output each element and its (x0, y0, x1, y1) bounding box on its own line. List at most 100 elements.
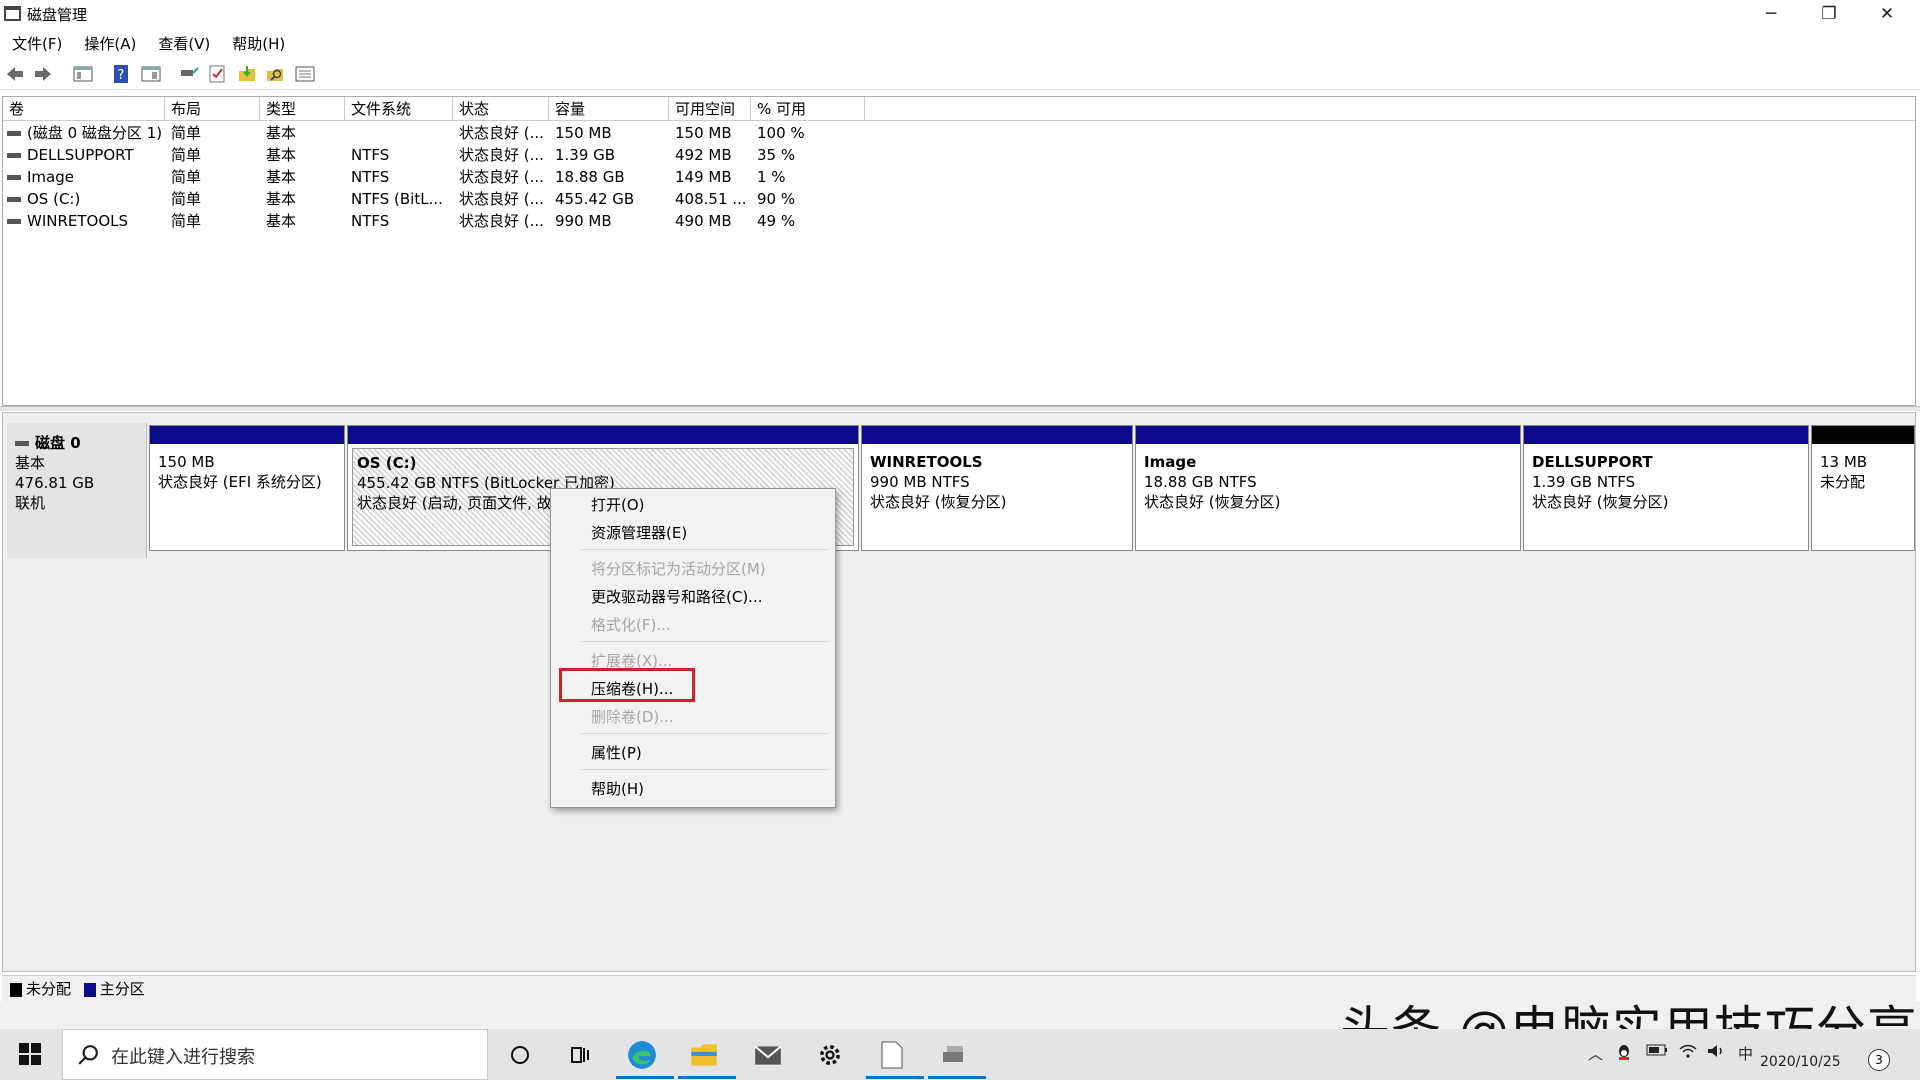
column-header-volume[interactable]: 卷 (3, 97, 165, 121)
list-view-icon[interactable] (294, 63, 316, 85)
volume-capacity: 1.39 GB (555, 146, 616, 164)
partition-winretools[interactable]: WINRETOOLS 990 MB NTFS 状态良好 (恢复分区) (861, 425, 1133, 551)
disk-management-taskbar-icon[interactable] (936, 1037, 972, 1073)
forward-arrow-icon[interactable] (32, 63, 54, 85)
wifi-icon[interactable] (1678, 1043, 1698, 1063)
volume-speaker-icon[interactable] (1706, 1043, 1726, 1063)
volume-capacity: 150 MB (555, 124, 612, 142)
partition-size: 18.88 GB NTFS (1144, 473, 1257, 491)
input-method-indicator[interactable]: 中 (1738, 1043, 1753, 1064)
column-header-capacity[interactable]: 容量 (549, 97, 669, 121)
qq-tray-icon[interactable] (1616, 1043, 1632, 1065)
cortana-icon[interactable] (502, 1037, 538, 1073)
partition-unallocated[interactable]: 13 MB 未分配 (1811, 425, 1915, 551)
volume-percent-free: 100 % (757, 124, 805, 142)
menu-bar: 文件(F) 操作(A) 查看(V) 帮助(H) (0, 30, 1920, 56)
menu-item-explorer[interactable]: 资源管理器(E) (591, 521, 687, 545)
back-arrow-icon[interactable] (4, 63, 26, 85)
taskbar: 在此键入进行搜索 ︿ 中 2020/10/25 3 (0, 1029, 1920, 1080)
partition-dellsupport[interactable]: DELLSUPPORT 1.39 GB NTFS 状态良好 (恢复分区) (1523, 425, 1809, 551)
volume-row[interactable]: WINRETOOLS 简单 基本 NTFS 状态良好 (... 990 MB 4… (3, 210, 1915, 232)
volume-percent-free: 49 % (757, 212, 796, 230)
volume-filesystem: NTFS (351, 212, 390, 230)
disk-management-app-icon (4, 6, 21, 21)
check-disk-icon[interactable] (206, 63, 228, 85)
volume-free-space: 150 MB (675, 124, 732, 142)
volume-layout: 简单 (171, 124, 202, 142)
menu-view[interactable]: 查看(V) (146, 30, 220, 56)
partition-name: DELLSUPPORT (1532, 453, 1653, 471)
settings-gear-icon[interactable] (812, 1037, 848, 1073)
volume-row[interactable]: DELLSUPPORT 简单 基本 NTFS 状态良好 (... 1.39 GB… (3, 144, 1915, 166)
disk-size: 476.81 GB (15, 474, 95, 492)
volume-free-space: 149 MB (675, 168, 732, 186)
menu-file[interactable]: 文件(F) (0, 30, 72, 56)
taskbar-search-box[interactable]: 在此键入进行搜索 (62, 1029, 488, 1080)
mail-icon[interactable] (750, 1037, 786, 1073)
properties-pane-icon[interactable] (140, 63, 162, 85)
partition-type-bar (150, 426, 344, 444)
edge-browser-icon[interactable] (624, 1037, 660, 1073)
volume-row[interactable]: OS (C:) 简单 基本 NTFS (BitL... 状态良好 (... 45… (3, 188, 1915, 210)
volume-row[interactable]: (磁盘 0 磁盘分区 1) 简单 基本 状态良好 (... 150 MB 150… (3, 122, 1915, 144)
minimize-button[interactable]: ─ (1742, 0, 1800, 28)
column-header-percent-free[interactable]: % 可用 (751, 97, 865, 121)
menu-item-properties[interactable]: 属性(P) (591, 741, 642, 765)
restore-button[interactable]: ❐ (1800, 0, 1858, 28)
menu-item-change-drive-letter[interactable]: 更改驱动器号和路径(C)... (591, 585, 762, 609)
volume-layout: 简单 (171, 146, 202, 164)
taskbar-date[interactable]: 2020/10/25 (1760, 1054, 1841, 1070)
column-header-free-space[interactable]: 可用空间 (669, 97, 751, 121)
notepad-icon[interactable] (874, 1037, 910, 1073)
column-header-filesystem[interactable]: 文件系统 (345, 97, 453, 121)
volume-percent-free: 1 % (757, 168, 786, 186)
action-center-notification-count[interactable]: 3 (1868, 1049, 1890, 1071)
volume-free-space: 408.51 ... (675, 190, 747, 208)
partition-name: WINRETOOLS (870, 453, 983, 471)
show-hide-tree-icon[interactable] (72, 63, 94, 85)
disk-icon (15, 441, 29, 446)
help-icon[interactable]: ? (110, 63, 132, 85)
task-view-icon[interactable] (562, 1037, 598, 1073)
close-button[interactable]: ✕ (1858, 0, 1916, 28)
legend-label-primary: 主分区 (99, 980, 145, 998)
search-icon (77, 1044, 99, 1070)
partition-efi[interactable]: 150 MB 状态良好 (EFI 系统分区) (149, 425, 345, 551)
menu-help[interactable]: 帮助(H) (220, 30, 295, 56)
file-explorer-icon[interactable] (686, 1037, 722, 1073)
volume-type: 基本 (266, 168, 297, 186)
menu-action[interactable]: 操作(A) (72, 30, 146, 56)
volume-type: 基本 (266, 146, 297, 164)
pane-splitter[interactable] (0, 406, 1920, 411)
connect-disk-icon[interactable] (178, 63, 200, 85)
volume-row[interactable]: Image 简单 基本 NTFS 状态良好 (... 18.88 GB 149 … (3, 166, 1915, 188)
partition-image[interactable]: Image 18.88 GB NTFS 状态良好 (恢复分区) (1135, 425, 1521, 551)
menu-separator (581, 769, 829, 770)
partition-size: 1.39 GB NTFS (1532, 473, 1636, 491)
column-header-type[interactable]: 类型 (260, 97, 345, 121)
volume-icon (7, 131, 21, 136)
title-bar: 磁盘管理 ─ ❐ ✕ (0, 0, 1920, 28)
volume-free-space: 492 MB (675, 146, 732, 164)
disk-info-panel[interactable]: 磁盘 0 基本 476.81 GB 联机 (7, 423, 147, 558)
partition-type-bar (348, 426, 858, 444)
partition-type-bar (862, 426, 1132, 444)
volume-status: 状态良好 (... (459, 212, 544, 230)
toolbar: ? (0, 58, 1920, 90)
partition-name: OS (C:) (357, 454, 417, 472)
column-header-layout[interactable]: 布局 (165, 97, 260, 121)
search-folder-icon[interactable] (264, 63, 286, 85)
menu-item-mark-active: 将分区标记为活动分区(M) (591, 560, 766, 578)
volume-icon (7, 153, 21, 158)
partition-size: 13 MB (1820, 453, 1868, 471)
show-hidden-icons-chevron-icon[interactable]: ︿ (1588, 1043, 1603, 1064)
menu-item-help[interactable]: 帮助(H) (591, 777, 644, 801)
open-folder-icon[interactable] (236, 63, 258, 85)
partition-type-bar (1524, 426, 1808, 444)
partition-status: 状态良好 (恢复分区) (1144, 493, 1281, 511)
column-header-status[interactable]: 状态 (453, 97, 549, 121)
windows-start-icon[interactable] (18, 1042, 42, 1066)
volume-name: WINRETOOLS (27, 212, 129, 230)
menu-item-open[interactable]: 打开(O) (591, 493, 645, 517)
battery-icon[interactable] (1646, 1043, 1668, 1061)
